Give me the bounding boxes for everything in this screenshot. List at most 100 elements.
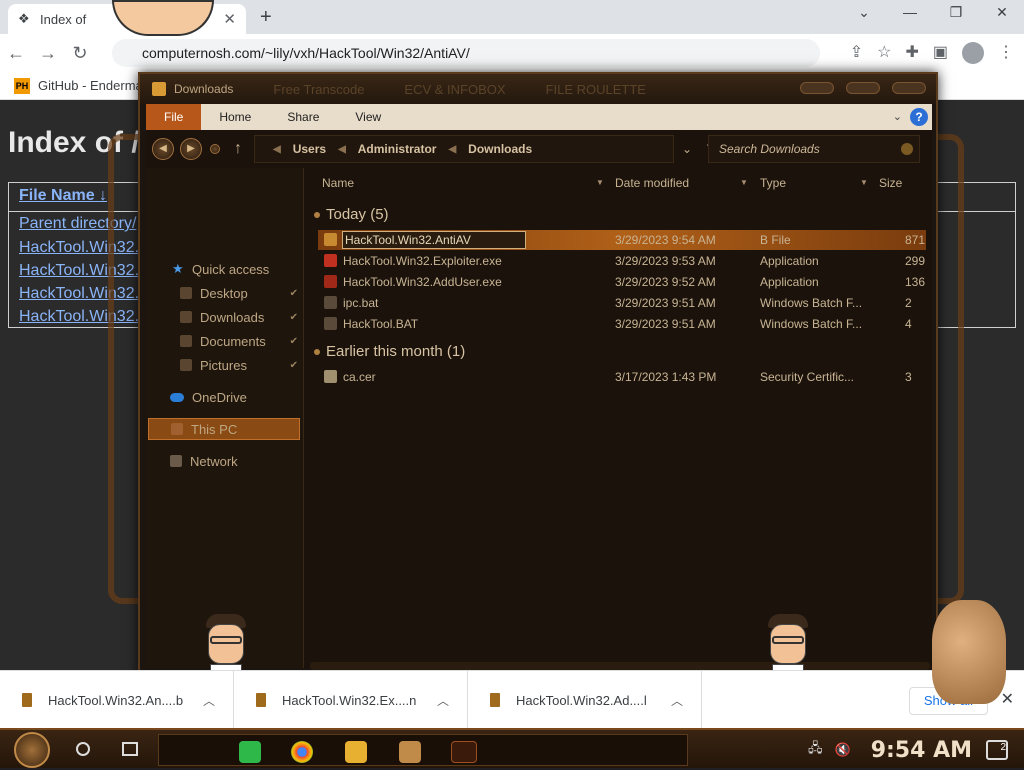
nav-quick-access[interactable]: ★ Quick access: [146, 258, 304, 280]
media-app-icon[interactable]: [451, 741, 477, 763]
column-name[interactable]: Name: [322, 176, 354, 190]
close-downloads-icon[interactable]: ✕: [1001, 689, 1014, 709]
file-name: HackTool.Win32.Exploiter.exe: [343, 254, 502, 268]
breadcrumb-users[interactable]: Users: [293, 142, 326, 156]
breadcrumb-administrator[interactable]: Administrator: [358, 142, 437, 156]
file-explorer-window: Downloads Free Transcode ECV & INFOBOX F…: [138, 72, 938, 682]
breadcrumb-downloads[interactable]: Downloads: [468, 142, 532, 156]
exe-file-icon: [324, 254, 337, 267]
notes-app-icon[interactable]: [239, 741, 261, 763]
file-row[interactable]: HackTool.Win32.AddUser.exe 3/29/2023 9:5…: [318, 272, 926, 292]
file-type: Windows Batch F...: [760, 317, 863, 331]
download-item[interactable]: HackTool.Win32.Ad....l ︿: [468, 671, 702, 729]
column-size[interactable]: Size: [879, 176, 902, 190]
ribbon-tabs: File Home Share View ⌄ ?: [146, 104, 932, 130]
column-dropdown-icon[interactable]: ▼: [740, 178, 748, 187]
file-row[interactable]: ca.cer 3/17/2023 1:43 PM Security Certif…: [318, 367, 926, 387]
toolbox-app-icon[interactable]: [399, 741, 421, 763]
forward-icon[interactable]: →: [32, 43, 64, 64]
tab-close-icon[interactable]: ✕: [223, 10, 236, 28]
search-icon[interactable]: [76, 742, 90, 756]
address-bar[interactable]: computernosh.com/~lily/vxh/HackTool/Win3…: [112, 39, 820, 67]
file-row[interactable]: HackTool.Win32.AntiAV 3/29/2023 9:54 AM …: [318, 230, 926, 250]
network-status-icon[interactable]: 🖧: [808, 739, 823, 761]
search-input[interactable]: Search Downloads: [708, 135, 920, 163]
breadcrumb[interactable]: ◀ Users ◀ Administrator ◀ Downloads: [254, 135, 674, 163]
explorer-title-bar: Downloads Free Transcode ECV & INFOBOX F…: [140, 74, 936, 104]
side-panel-icon[interactable]: ▣: [933, 42, 948, 64]
column-type[interactable]: Type: [760, 176, 786, 190]
batch-file-icon: [324, 296, 337, 309]
tab-view[interactable]: View: [337, 110, 399, 124]
back-icon[interactable]: ←: [0, 43, 32, 64]
recent-locations-icon[interactable]: [210, 144, 220, 154]
column-dropdown-icon[interactable]: ▼: [596, 178, 604, 187]
window-close-icon[interactable]: ✕: [992, 4, 1012, 21]
task-view-icon[interactable]: [122, 742, 138, 756]
forward-icon[interactable]: ▶: [180, 138, 202, 160]
bookmark-star-icon[interactable]: ☆: [877, 42, 891, 64]
bookmark-item[interactable]: GitHub - Enderma: [38, 78, 143, 93]
explorer-close-icon[interactable]: [892, 82, 926, 94]
file-row[interactable]: ipc.bat 3/29/2023 9:51 AM Windows Batch …: [318, 293, 926, 313]
tab-file[interactable]: File: [146, 104, 202, 130]
file-size: 136: [905, 275, 926, 289]
chrome-icon[interactable]: [291, 741, 313, 763]
restore-icon[interactable]: ❐: [946, 4, 966, 21]
tab-home[interactable]: Home: [201, 110, 269, 124]
file-row[interactable]: HackTool.Win32.Exploiter.exe 3/29/2023 9…: [318, 251, 926, 271]
share-icon[interactable]: ⇪: [850, 42, 863, 64]
horizontal-scrollbar[interactable]: [310, 662, 930, 670]
chevron-up-icon[interactable]: ︿: [671, 692, 683, 709]
nav-desktop[interactable]: Desktop ✔: [146, 282, 304, 304]
explorer-maximize-icon[interactable]: [846, 82, 880, 94]
up-arrow-icon[interactable]: ↑: [234, 140, 242, 158]
chevron-up-icon[interactable]: ︿: [203, 692, 215, 709]
batch-file-icon: [324, 317, 337, 330]
star-icon: ★: [172, 261, 184, 276]
clock[interactable]: 9:54 AM: [871, 738, 972, 763]
profile-avatar[interactable]: [962, 42, 984, 64]
rename-input[interactable]: HackTool.Win32.AntiAV: [342, 231, 526, 249]
ribbon-expand-icon[interactable]: ⌄: [893, 110, 902, 123]
group-header-today[interactable]: Today (5): [314, 206, 389, 223]
extensions-icon[interactable]: ✚: [905, 42, 918, 64]
nav-this-pc[interactable]: This PC: [148, 418, 300, 440]
file-row[interactable]: HackTool.BAT 3/29/2023 9:51 AM Windows B…: [318, 314, 926, 334]
help-icon[interactable]: ?: [910, 108, 928, 126]
pin-icon: ✔: [289, 311, 298, 323]
column-dropdown-icon[interactable]: ▼: [860, 178, 868, 187]
back-icon[interactable]: ◀: [152, 138, 174, 160]
file-icon: [22, 693, 32, 707]
column-date-modified[interactable]: Date modified: [615, 176, 689, 190]
minimize-icon[interactable]: —: [900, 4, 920, 21]
certificate-icon: [324, 370, 337, 383]
chevron-up-icon[interactable]: ︿: [437, 692, 449, 709]
file-explorer-icon[interactable]: [345, 741, 367, 763]
volume-muted-icon[interactable]: 🔇: [835, 742, 851, 758]
group-header-earlier[interactable]: Earlier this month (1): [314, 343, 465, 360]
tab-search-icon[interactable]: ⌄: [854, 4, 874, 21]
file-date: 3/29/2023 9:51 AM: [615, 317, 716, 331]
downloads-folder-icon: [180, 311, 192, 323]
menu-icon[interactable]: ⋮: [998, 42, 1014, 64]
reload-icon[interactable]: ↻: [64, 43, 96, 64]
file-name-column-header[interactable]: File Name ↓: [19, 187, 107, 205]
download-item[interactable]: HackTool.Win32.An....b ︿: [0, 671, 234, 729]
new-tab-button[interactable]: +: [260, 6, 272, 29]
explorer-minimize-icon[interactable]: [800, 82, 834, 94]
download-item[interactable]: HackTool.Win32.Ex....n ︿: [234, 671, 468, 729]
nav-pictures[interactable]: Pictures ✔: [146, 354, 304, 376]
nav-network[interactable]: Network: [146, 450, 304, 472]
file-list-pane: Name ▼ Date modified ▼ Type ▼ Size Today…: [304, 168, 932, 668]
start-button[interactable]: [14, 732, 50, 768]
nav-documents[interactable]: Documents ✔: [146, 330, 304, 352]
notifications-icon[interactable]: 2: [986, 740, 1008, 760]
file-type: Application: [760, 275, 819, 289]
file-name: HackTool.BAT: [343, 317, 419, 331]
file-type: Windows Batch F...: [760, 296, 863, 310]
address-history-icon[interactable]: ⌄: [682, 142, 692, 156]
tab-share[interactable]: Share: [269, 110, 337, 124]
nav-onedrive[interactable]: OneDrive: [146, 386, 304, 408]
nav-downloads[interactable]: Downloads ✔: [146, 306, 304, 328]
